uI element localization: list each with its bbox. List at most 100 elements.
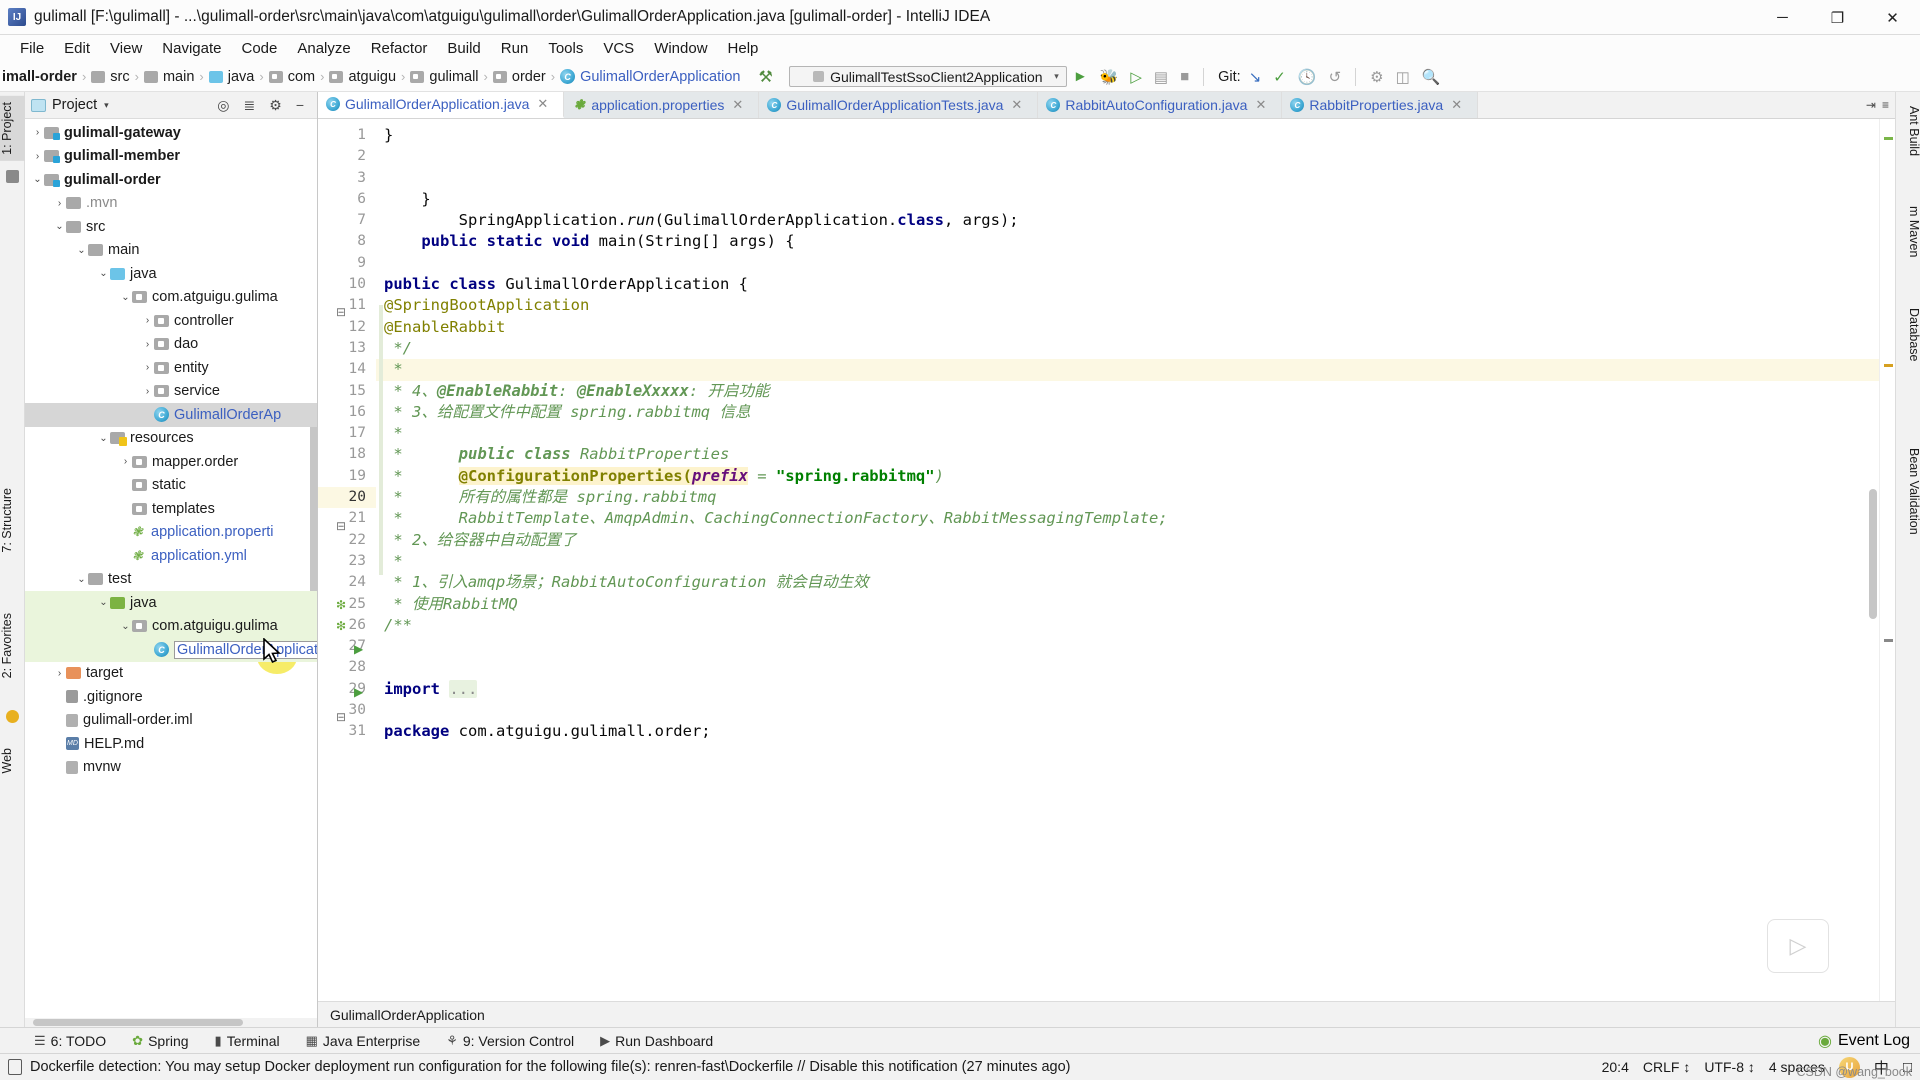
- tab-close-icon[interactable]: ✕: [537, 96, 548, 112]
- tree-item-src[interactable]: ⌄ src: [25, 215, 317, 239]
- chevron-right-icon[interactable]: ›: [141, 315, 154, 326]
- line-separator[interactable]: CRLF ↕: [1643, 1059, 1690, 1075]
- tree-item-templates[interactable]: › templates: [25, 497, 317, 521]
- code-line[interactable]: * RabbitTemplate、AmqpAdmin、CachingConnec…: [376, 508, 1879, 529]
- code-content[interactable]: } } SpringApplication.run(GulimallOrderA…: [376, 119, 1879, 1001]
- tree-item-static[interactable]: › static: [25, 474, 317, 498]
- tree-item-java[interactable]: ⌄ java: [25, 591, 317, 615]
- breadcrumb-class[interactable]: C GulimallOrderApplication: [560, 69, 740, 85]
- run-configuration-selector[interactable]: GulimallTestSsoClient2Application ▾: [788, 66, 1067, 87]
- menu-navigate[interactable]: Navigate: [152, 38, 231, 59]
- layout-icon[interactable]: ◫: [1396, 68, 1410, 86]
- chevron-down-icon[interactable]: ⌄: [119, 621, 132, 632]
- code-line[interactable]: *: [376, 551, 1879, 572]
- spring-bean-gutter-icon[interactable]: ❇: [336, 598, 346, 612]
- tab-close-icon[interactable]: ✕: [1451, 97, 1462, 113]
- tool-window-spring[interactable]: ✿ Spring: [132, 1033, 188, 1049]
- event-log-area[interactable]: ◉ Event Log: [1818, 1031, 1920, 1051]
- notification-message[interactable]: Dockerfile detection: You may setup Dock…: [30, 1059, 1071, 1075]
- code-line[interactable]: [376, 253, 1879, 274]
- chevron-right-icon[interactable]: ›: [141, 386, 154, 397]
- hammer-icon[interactable]: ⚒: [758, 67, 772, 87]
- breadcrumb-gulimall[interactable]: gulimall: [410, 69, 479, 85]
- menu-file[interactable]: File: [10, 38, 54, 59]
- editor-scrollbar[interactable]: [1869, 489, 1877, 619]
- tab-gulimallorderapplicationtests-java[interactable]: C GulimallOrderApplicationTests.java ✕: [759, 92, 1039, 118]
- rollback-icon[interactable]: ↺: [1329, 68, 1342, 86]
- editor-right-gutter[interactable]: [1879, 119, 1895, 1001]
- chevron-right-icon[interactable]: ›: [141, 339, 154, 350]
- tree-item-resources[interactable]: ⌄ resources: [25, 427, 317, 451]
- menu-view[interactable]: View: [100, 38, 152, 59]
- search-icon[interactable]: 🔍: [1422, 68, 1441, 86]
- menu-edit[interactable]: Edit: [54, 38, 100, 59]
- tree-item-gulimallorderapplicationtests[interactable]: ›C GulimallOrderApplicationTests: [25, 638, 317, 662]
- tree-item-gulimall-order[interactable]: ⌄ gulimall-order: [25, 168, 317, 192]
- close-button[interactable]: ✕: [1865, 0, 1920, 35]
- chevron-down-icon[interactable]: ⌄: [97, 597, 110, 608]
- run-preview-button[interactable]: ▷: [1767, 919, 1829, 973]
- chevron-right-icon[interactable]: ›: [31, 151, 44, 162]
- tab-close-icon[interactable]: ✕: [732, 97, 743, 113]
- menu-help[interactable]: Help: [718, 38, 769, 59]
- code-line[interactable]: *: [376, 423, 1879, 444]
- stop-icon[interactable]: ■: [1180, 68, 1189, 85]
- tree-item-application-yml[interactable]: ›❃ application.yml: [25, 544, 317, 568]
- tree-item-entity[interactable]: › entity: [25, 356, 317, 380]
- tool-window-terminal[interactable]: ▮ Terminal: [215, 1033, 280, 1049]
- minimize-button[interactable]: ─: [1755, 0, 1810, 35]
- tree-item-mvn[interactable]: › .mvn: [25, 192, 317, 216]
- tree-item-controller[interactable]: › controller: [25, 309, 317, 333]
- breadcrumb-src[interactable]: src: [91, 69, 130, 85]
- breadcrumb-main[interactable]: main: [143, 69, 194, 85]
- code-line[interactable]: * 3、给配置文件中配置 spring.rabbitmq 信息: [376, 402, 1879, 423]
- chevron-down-icon[interactable]: ▾: [104, 100, 109, 111]
- tree-item-service[interactable]: › service: [25, 380, 317, 404]
- code-line[interactable]: [376, 146, 1879, 167]
- tree-item-target[interactable]: › target: [25, 662, 317, 686]
- chevron-right-icon[interactable]: ›: [53, 198, 66, 209]
- tree-item-com-atguigu-gulima[interactable]: ⌄ com.atguigu.gulima: [25, 614, 317, 638]
- history-icon[interactable]: 🕓: [1298, 68, 1317, 86]
- tab-overflow-icon[interactable]: ⇥: [1866, 98, 1876, 112]
- hide-icon[interactable]: −: [296, 97, 304, 113]
- code-line[interactable]: *: [376, 359, 1879, 381]
- spring-bean-gutter-icon[interactable]: ❇: [336, 619, 346, 633]
- tree-item-java[interactable]: ⌄ java: [25, 262, 317, 286]
- tree-item-gulimallorderap[interactable]: ›C GulimallOrderAp: [25, 403, 317, 427]
- chevron-down-icon[interactable]: ⌄: [75, 574, 88, 585]
- tree-item-gulimall-member[interactable]: › gulimall-member: [25, 145, 317, 169]
- editor-gutter[interactable]: 1 2 3 6 7 8 9 10 11 12 13 14 15 16 17 18 19 20 21 22 23 24 25 2…: [318, 119, 376, 1001]
- chevron-right-icon[interactable]: ›: [141, 362, 154, 373]
- code-line[interactable]: [376, 657, 1879, 678]
- sidebar-item-database[interactable]: Database: [1896, 302, 1920, 368]
- code-line[interactable]: @EnableRabbit: [376, 317, 1879, 338]
- code-fold-icon[interactable]: ⊟: [336, 519, 346, 533]
- breadcrumb-order[interactable]: order: [492, 69, 546, 85]
- chevron-down-icon[interactable]: ⌄: [97, 433, 110, 444]
- tab-application-properties[interactable]: ❃ application.properties ✕: [564, 92, 760, 118]
- tool-window-run-dashboard[interactable]: ▶ Run Dashboard: [600, 1033, 713, 1049]
- breadcrumb-module[interactable]: imall-order: [2, 69, 77, 85]
- breadcrumb-com[interactable]: com: [268, 69, 315, 85]
- tree-item-mapper-order[interactable]: › mapper.order: [25, 450, 317, 474]
- code-line[interactable]: package com.atguigu.gulimall.order;: [376, 721, 1879, 742]
- code-line[interactable]: }: [376, 189, 1879, 210]
- tree-item-application-properti[interactable]: ›❃ application.properti: [25, 521, 317, 545]
- code-line[interactable]: @SpringBootApplication: [376, 295, 1879, 316]
- debug-icon[interactable]: 🐝: [1100, 68, 1119, 86]
- menu-code[interactable]: Code: [231, 38, 287, 59]
- tab-rabbitproperties-java[interactable]: C RabbitProperties.java ✕: [1282, 92, 1479, 118]
- code-line[interactable]: * 1、引入amqp场景；RabbitAutoConfiguration 就会自…: [376, 572, 1879, 593]
- tree-item-com-atguigu-gulima[interactable]: ⌄ com.atguigu.gulima: [25, 286, 317, 310]
- chevron-down-icon[interactable]: ⌄: [53, 221, 66, 232]
- menu-refactor[interactable]: Refactor: [361, 38, 438, 59]
- tool-window-todo[interactable]: ☰ 6: TODO: [34, 1033, 106, 1049]
- code-line[interactable]: */: [376, 338, 1879, 359]
- chevron-down-icon[interactable]: ⌄: [31, 174, 44, 185]
- code-line[interactable]: public static void main(String[] args) {: [376, 231, 1879, 252]
- favorites-star-icon[interactable]: [6, 710, 19, 723]
- code-line[interactable]: * public class RabbitProperties: [376, 444, 1879, 465]
- caret-position[interactable]: 20:4: [1602, 1059, 1629, 1075]
- locate-icon[interactable]: ◎: [217, 97, 229, 114]
